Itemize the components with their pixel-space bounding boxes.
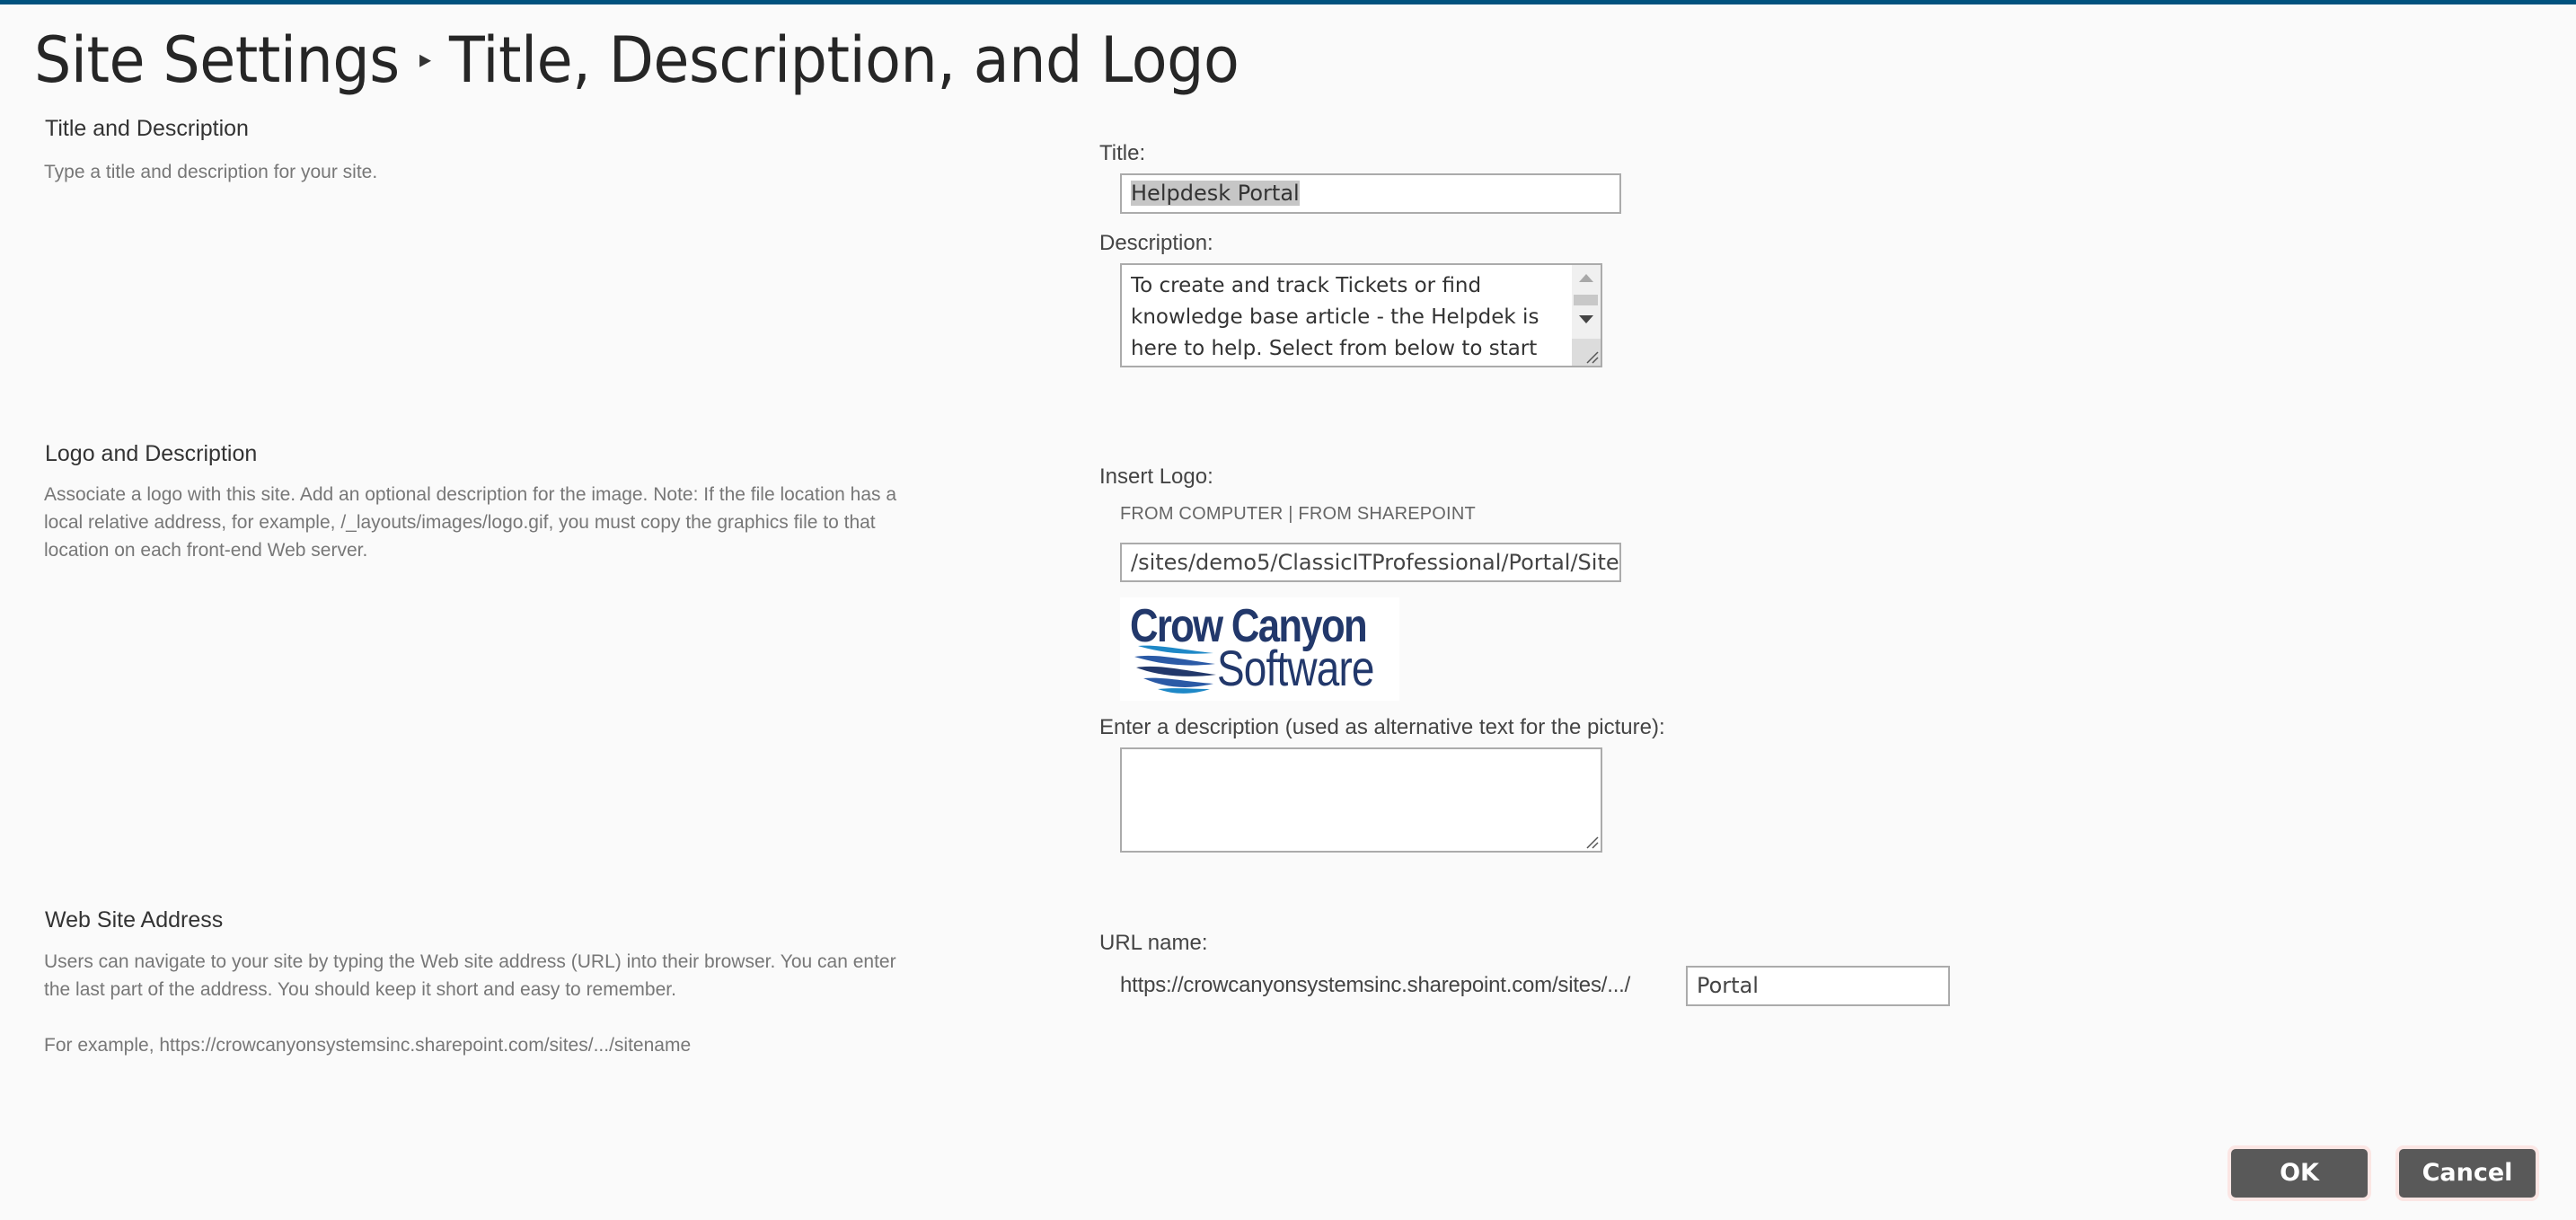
from-sharepoint-link[interactable]: FROM SHAREPOINT (1298, 504, 1475, 524)
cancel-button[interactable]: Cancel (2399, 1149, 2536, 1198)
scroll-down-arrow-icon[interactable] (1579, 315, 1593, 323)
section-heading-web-address: Web Site Address (45, 907, 224, 933)
description-label: Description: (1099, 231, 1213, 255)
title-input-value: Helpdesk Portal (1131, 181, 1300, 206)
logo-text-line2: Software (1217, 640, 1374, 696)
alt-text-value (1131, 755, 1565, 850)
scroll-up-arrow-icon[interactable] (1579, 274, 1593, 282)
top-accent-bar (0, 0, 2576, 4)
breadcrumb-arrow-icon: ▸ (419, 44, 431, 75)
section-desc-logo: Associate a logo with this site. Add an … (44, 484, 897, 561)
page-title: Site Settings ▸ Title, Description, and Lo… (34, 23, 1239, 97)
section-heading-logo: Logo and Description (45, 441, 258, 466)
page-title-text: Title, Description, and Logo (449, 23, 1239, 97)
insert-logo-links: FROM COMPUTER | FROM SHAREPOINT (1120, 504, 1476, 525)
link-separator: | (1288, 504, 1293, 524)
web-address-example: For example, https://crowcanyonsystemsin… (44, 1035, 692, 1056)
url-name-value: Portal (1697, 973, 1759, 998)
url-name-input[interactable]: Portal (1686, 966, 1950, 1006)
insert-logo-label: Insert Logo: (1099, 464, 1213, 489)
title-input[interactable]: Helpdesk Portal (1120, 173, 1621, 214)
url-prefix: https://crowcanyonsystemsinc.sharepoint.… (1120, 973, 1631, 997)
logo-preview-image: Crow Canyon Software (1120, 597, 1399, 701)
description-textarea-value: To create and track Tickets or find know… (1131, 274, 1539, 360)
logo-waves-icon (1134, 645, 1216, 694)
section-desc-title-description: Type a title and description for your si… (44, 162, 378, 182)
scroll-thumb[interactable] (1574, 295, 1598, 305)
logo-url-value: /sites/demo5/ClassicITProfessional/Porta… (1131, 550, 1619, 575)
description-textarea[interactable]: To create and track Tickets or find know… (1120, 263, 1602, 367)
resize-handle-icon[interactable] (1584, 835, 1599, 849)
from-computer-link[interactable]: FROM COMPUTER (1120, 504, 1283, 524)
breadcrumb-site-settings[interactable]: Site Settings (34, 23, 400, 97)
alt-text-textarea[interactable] (1120, 747, 1602, 853)
section-heading-title-description: Title and Description (45, 116, 249, 141)
resize-handle-icon[interactable] (1584, 349, 1599, 364)
alt-text-label: Enter a description (used as alternative… (1099, 715, 1665, 739)
section-desc-web-address: Users can navigate to your site by typin… (44, 951, 896, 1000)
title-label: Title: (1099, 141, 1146, 165)
ok-button[interactable]: OK (2231, 1149, 2368, 1198)
description-scrollbar[interactable] (1572, 265, 1601, 366)
logo-url-input[interactable]: /sites/demo5/ClassicITProfessional/Porta… (1120, 543, 1621, 582)
url-name-label: URL name: (1099, 931, 1208, 955)
